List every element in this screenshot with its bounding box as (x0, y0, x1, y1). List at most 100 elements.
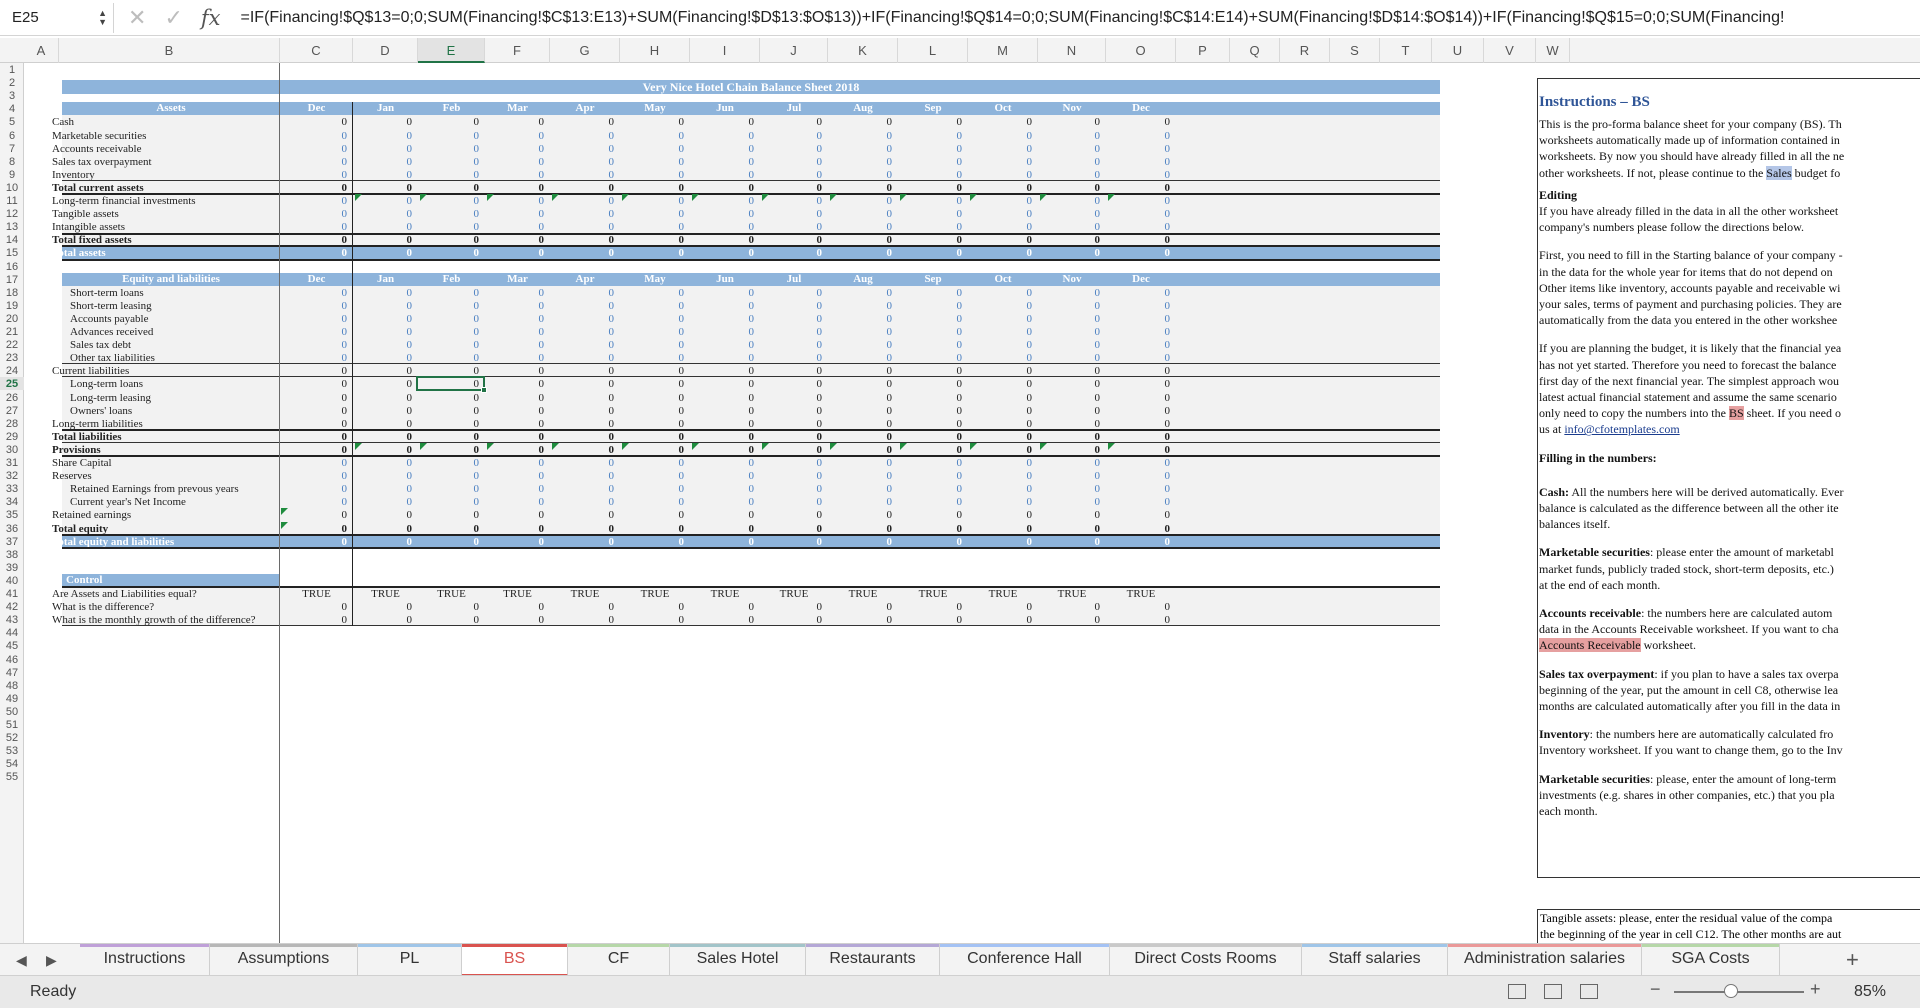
row-header-21[interactable]: 21 (0, 325, 24, 338)
zoom-in-icon[interactable]: + (1810, 979, 1821, 1000)
column-header-q[interactable]: Q (1230, 38, 1280, 63)
cell-reference[interactable]: E25 (12, 9, 39, 26)
zoom-out-icon[interactable]: − (1650, 979, 1661, 1000)
row-header-12[interactable]: 12 (0, 207, 24, 220)
email-link[interactable]: info@cfotemplates.com (1564, 422, 1679, 436)
scroll-tabs-right-icon[interactable]: ▶ (46, 944, 57, 976)
row-header-2[interactable]: 2 (0, 76, 24, 89)
row-header-16[interactable]: 16 (0, 260, 24, 273)
row-header-33[interactable]: 33 (0, 482, 24, 495)
zoom-track[interactable] (1674, 991, 1804, 993)
page-break-view-icon[interactable] (1580, 984, 1598, 999)
tab-staff-salaries[interactable]: Staff salaries (1302, 944, 1448, 976)
row-header-14[interactable]: 14 (0, 233, 24, 246)
row-header-5[interactable]: 5 (0, 115, 24, 128)
name-box[interactable]: E25 ▲ ▼ (4, 2, 114, 33)
tab-restaurants[interactable]: Restaurants (806, 944, 940, 976)
row-header-43[interactable]: 43 (0, 613, 24, 626)
row-header-28[interactable]: 28 (0, 417, 24, 430)
column-header-o[interactable]: O (1106, 38, 1176, 63)
tab-sales-hotel[interactable]: Sales Hotel (670, 944, 806, 976)
row-header-50[interactable]: 50 (0, 705, 24, 718)
normal-view-icon[interactable] (1508, 984, 1526, 999)
name-box-spinner-icon[interactable]: ▲ ▼ (98, 8, 107, 27)
formula-input[interactable]: =IF(Financing!$Q$13=0;0;SUM(Financing!$C… (235, 9, 1920, 27)
row-header-49[interactable]: 49 (0, 692, 24, 705)
column-header-r[interactable]: R (1280, 38, 1330, 63)
column-header-v[interactable]: V (1484, 38, 1536, 63)
row-header-32[interactable]: 32 (0, 469, 24, 482)
column-header-b[interactable]: B (59, 38, 280, 63)
row-header-26[interactable]: 26 (0, 391, 24, 404)
row-header-45[interactable]: 45 (0, 639, 24, 652)
column-header-s[interactable]: S (1330, 38, 1380, 63)
row-header-29[interactable]: 29 (0, 430, 24, 443)
column-header-i[interactable]: I (690, 38, 760, 63)
row-header-7[interactable]: 7 (0, 142, 24, 155)
column-header-w[interactable]: W (1536, 38, 1570, 63)
tab-direct-costs-rooms[interactable]: Direct Costs Rooms (1110, 944, 1302, 976)
confirm-icon[interactable]: ✓ (164, 5, 182, 31)
add-sheet-icon[interactable]: + (1846, 944, 1859, 976)
row-header-53[interactable]: 53 (0, 744, 24, 757)
row-header-41[interactable]: 41 (0, 587, 24, 600)
row-header-37[interactable]: 37 (0, 535, 24, 548)
tab-instructions[interactable]: Instructions (80, 944, 210, 976)
row-header-46[interactable]: 46 (0, 653, 24, 666)
column-header-k[interactable]: K (828, 38, 898, 63)
row-header-22[interactable]: 22 (0, 338, 24, 351)
tab-pl[interactable]: PL (358, 944, 462, 976)
tab-sga-costs[interactable]: SGA Costs (1642, 944, 1780, 976)
row-header-38[interactable]: 38 (0, 548, 24, 561)
row-header-15[interactable]: 15 (0, 246, 24, 259)
row-header-42[interactable]: 42 (0, 600, 24, 613)
zoom-knob[interactable] (1724, 984, 1738, 998)
tab-administration-salaries[interactable]: Administration salaries (1448, 944, 1642, 976)
row-header-36[interactable]: 36 (0, 522, 24, 535)
tab-cf[interactable]: CF (568, 944, 670, 976)
column-header-d[interactable]: D (353, 38, 418, 63)
row-header-30[interactable]: 30 (0, 443, 24, 456)
zoom-level[interactable]: 85% (1854, 983, 1886, 1001)
column-header-g[interactable]: G (550, 38, 620, 63)
row-header-54[interactable]: 54 (0, 757, 24, 770)
row-header-52[interactable]: 52 (0, 731, 24, 744)
row-header-39[interactable]: 39 (0, 561, 24, 574)
row-header-6[interactable]: 6 (0, 129, 24, 142)
column-header-t[interactable]: T (1380, 38, 1432, 63)
row-header-31[interactable]: 31 (0, 456, 24, 469)
column-header-p[interactable]: P (1176, 38, 1230, 63)
row-header-3[interactable]: 3 (0, 89, 24, 102)
row-header-4[interactable]: 4 (0, 102, 24, 115)
tab-assumptions[interactable]: Assumptions (210, 944, 358, 976)
column-header-l[interactable]: L (898, 38, 968, 63)
row-header-10[interactable]: 10 (0, 181, 24, 194)
row-header-55[interactable]: 55 (0, 770, 24, 783)
page-layout-view-icon[interactable] (1544, 984, 1562, 999)
column-header-a[interactable]: A (24, 38, 59, 63)
row-header-51[interactable]: 51 (0, 718, 24, 731)
worksheet-grid[interactable]: Very Nice Hotel Chain Balance Sheet 2018… (24, 63, 1920, 943)
tab-conference-hall[interactable]: Conference Hall (940, 944, 1110, 976)
row-header-19[interactable]: 19 (0, 299, 24, 312)
row-header-24[interactable]: 24 (0, 364, 24, 377)
column-header-e[interactable]: E (418, 38, 485, 63)
row-header-9[interactable]: 9 (0, 168, 24, 181)
row-header-17[interactable]: 17 (0, 273, 24, 286)
tab-bs[interactable]: BS (462, 944, 568, 976)
selected-cell-e25[interactable] (416, 376, 487, 394)
row-header-1[interactable]: 1 (0, 63, 24, 76)
row-header-34[interactable]: 34 (0, 495, 24, 508)
row-header-13[interactable]: 13 (0, 220, 24, 233)
column-header-j[interactable]: J (760, 38, 828, 63)
row-header-40[interactable]: 40 (0, 574, 24, 587)
row-header-11[interactable]: 11 (0, 194, 24, 207)
row-header-47[interactable]: 47 (0, 666, 24, 679)
row-header-48[interactable]: 48 (0, 679, 24, 692)
column-header-n[interactable]: N (1038, 38, 1106, 63)
row-header-35[interactable]: 35 (0, 508, 24, 521)
row-header-25[interactable]: 25 (0, 377, 24, 391)
row-header-27[interactable]: 27 (0, 404, 24, 417)
row-header-44[interactable]: 44 (0, 626, 24, 639)
column-header-f[interactable]: F (485, 38, 550, 63)
